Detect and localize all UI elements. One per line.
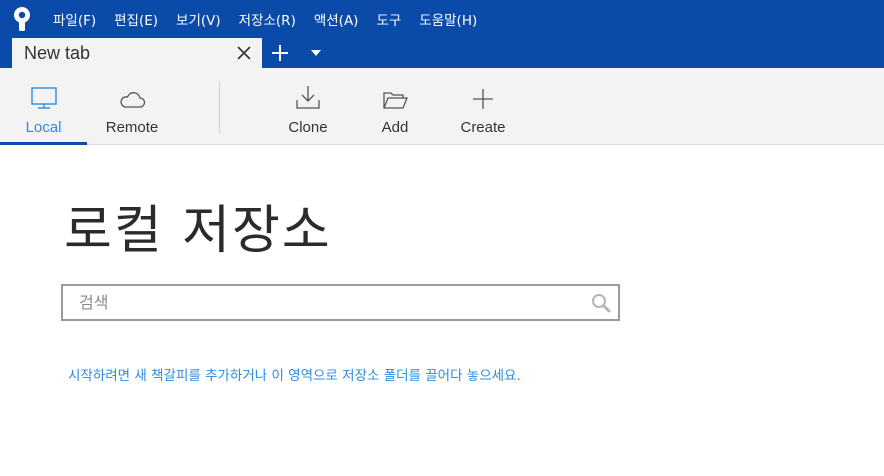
page-title: 로컬 저장소 [64, 201, 332, 261]
search-input[interactable] [63, 286, 584, 319]
chevron-down-icon[interactable] [298, 38, 334, 68]
clone-button[interactable]: Clone [278, 68, 338, 144]
add-button[interactable]: Add [370, 68, 420, 144]
tab-new-tab[interactable]: New tab [12, 38, 262, 68]
create-button[interactable]: Create [455, 68, 511, 144]
download-icon [295, 68, 321, 114]
add-label: Add [381, 119, 409, 136]
folder-open-icon [382, 68, 408, 114]
main-menu: 파일(F) 편집(E) 보기(V) 저장소(R) 액션(A) 도구 도움말(H) [44, 0, 486, 38]
clone-label: Clone [288, 119, 328, 136]
menu-edit[interactable]: 편집(E) [105, 0, 167, 38]
menu-help[interactable]: 도움말(H) [410, 0, 486, 38]
search-box [61, 284, 620, 321]
menu-repository[interactable]: 저장소(R) [230, 0, 305, 38]
menu-view[interactable]: 보기(V) [167, 0, 230, 38]
app-logo-icon [0, 0, 44, 38]
local-button[interactable]: Local [0, 68, 87, 145]
plus-icon [472, 68, 494, 114]
search-icon[interactable] [584, 286, 618, 319]
close-icon[interactable] [232, 41, 256, 65]
tab-strip: New tab [0, 38, 884, 68]
cloud-icon [118, 68, 146, 114]
local-label: Local [25, 119, 62, 136]
create-label: Create [460, 119, 506, 136]
monitor-icon [30, 68, 58, 114]
active-tab-indicator [0, 142, 87, 145]
menu-actions[interactable]: 액션(A) [305, 0, 368, 38]
empty-state-hint: 시작하려면 새 책갈피를 추가하거나 이 영역으로 저장소 폴더를 끌어다 놓으… [68, 368, 521, 384]
tab-label: New tab [24, 42, 91, 63]
remote-label: Remote [105, 119, 159, 136]
menu-tools[interactable]: 도구 [367, 0, 410, 38]
add-tab-icon[interactable] [262, 38, 298, 68]
remote-button[interactable]: Remote [96, 68, 168, 144]
menu-bar: 파일(F) 편집(E) 보기(V) 저장소(R) 액션(A) 도구 도움말(H) [0, 0, 884, 38]
toolbar-divider [219, 81, 220, 133]
toolbar: Local Remote Clone Add Create [0, 68, 884, 145]
menu-file[interactable]: 파일(F) [44, 0, 105, 38]
